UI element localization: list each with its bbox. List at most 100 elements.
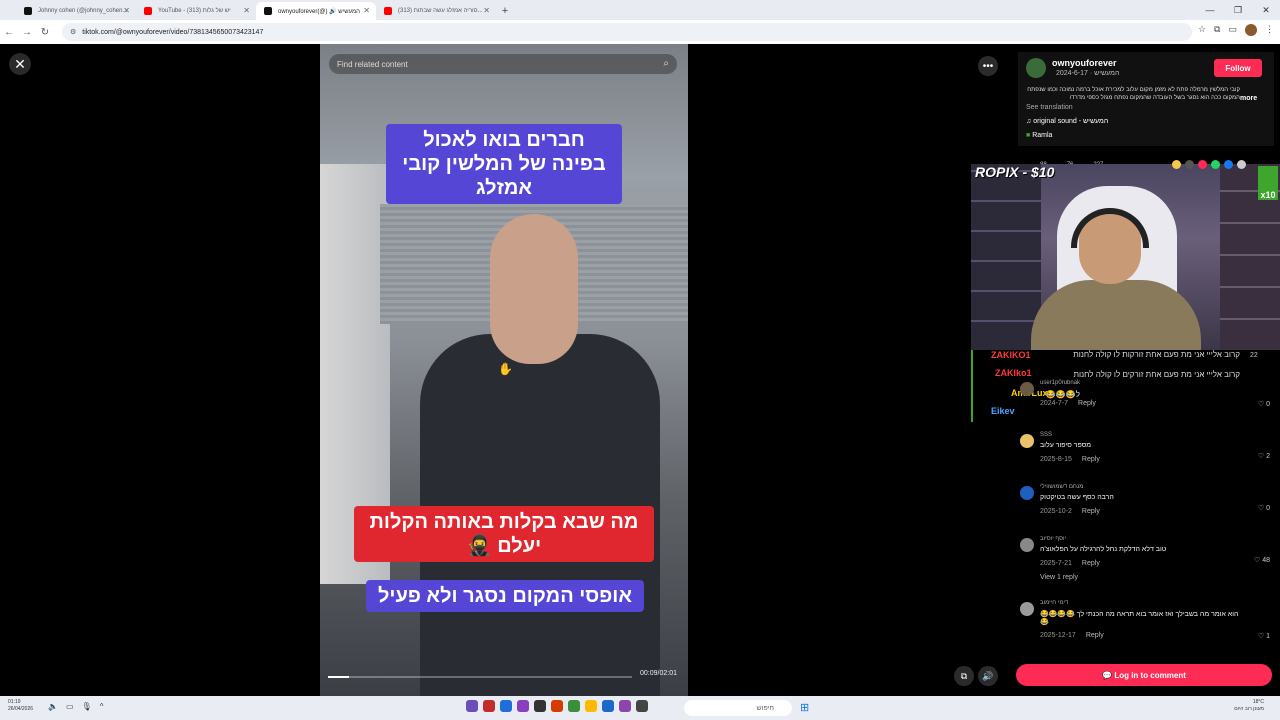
comment-username[interactable]: user1p0rubnak [1040, 380, 1080, 386]
comment-likes[interactable]: ♡ 48 [1254, 556, 1270, 564]
login-to-comment-button[interactable]: 💬 Log in to comment [1016, 664, 1272, 686]
share-arrow-icon[interactable] [1237, 160, 1246, 169]
forward-icon[interactable]: → [18, 27, 36, 38]
address-bar[interactable]: ⚙ tiktok.com/@ownyouforever/video/738134… [62, 23, 1192, 41]
comment-likes[interactable]: ♡ 2 [1258, 452, 1270, 460]
profile-avatar[interactable] [1245, 24, 1257, 36]
back-icon[interactable]: ← [0, 27, 18, 38]
taskbar-clock[interactable]: 01:19 26/04/2026 [8, 699, 33, 713]
taskbar-app-icon[interactable] [568, 700, 580, 712]
mic-icon[interactable]: 🎙 [82, 702, 92, 711]
taskbar-app-icon[interactable] [636, 700, 648, 712]
comment-item: user1p0rubnak 2024-7-7 Reply ♡ 0 [1018, 380, 1274, 430]
taskbar-app-icon[interactable] [517, 700, 529, 712]
tab-youtube[interactable]: YouTube - יש של גלות (313) ✕ [136, 2, 256, 20]
video-person [420, 214, 660, 696]
close-video-button[interactable]: ✕ [9, 53, 31, 75]
system-tray: 🔈 ▭ 🎙 ^ [48, 702, 103, 711]
taskbar-app-icon[interactable] [619, 700, 631, 712]
share-red-icon[interactable] [1198, 160, 1207, 169]
tiktok-viewer: ✕ Find related content ⌕ חברים בואו לאכו… [0, 44, 1280, 696]
sound-link[interactable]: ♫ original sound - המעשיש [1026, 118, 1108, 125]
youtube-icon [384, 7, 392, 15]
reply-link[interactable]: Reply [1082, 560, 1100, 567]
clock-date: 26/04/2026 [8, 706, 34, 712]
comment-date: 2025-7-21 [1040, 560, 1072, 567]
new-tab-button[interactable]: + [496, 2, 514, 20]
extensions-icon[interactable]: ⧉ [1214, 24, 1220, 36]
more-options-button[interactable]: ••• [978, 56, 998, 76]
minimize-button[interactable]: — [1196, 0, 1224, 20]
comment-item: SSS מספר סיפור עלוב 2025-8-15 Reply ♡ 2 [1018, 432, 1274, 482]
taskbar-search[interactable]: חיפוש [684, 700, 792, 716]
close-icon[interactable]: ✕ [123, 6, 130, 15]
taskbar-app-icon[interactable] [551, 700, 563, 712]
comment-likes[interactable]: ♡ 0 [1258, 504, 1270, 512]
comment-likes[interactable]: ♡ 1 [1258, 632, 1270, 640]
reply-link[interactable]: Reply [1082, 456, 1100, 463]
tab-johnny[interactable]: Johnny cohen (@johnny_cohen... ✕ [16, 2, 136, 20]
tab-active-tiktok[interactable]: ownyouforever(@) 🔊 המעשיש ✕ [256, 2, 376, 20]
comment-username[interactable]: דימי חיימוב [1040, 600, 1068, 606]
follow-button[interactable]: Follow [1214, 59, 1262, 77]
weather-widget[interactable]: 18°C מעונן רוב היום [1234, 699, 1264, 713]
facebook-icon[interactable] [1224, 160, 1233, 169]
tiktok-icon [24, 7, 32, 15]
pip-button[interactable]: ⧉ [954, 666, 974, 686]
reply-link[interactable]: Reply [1078, 400, 1096, 407]
video-progress-fill [328, 676, 350, 678]
chat-user: Eikev [991, 406, 1015, 416]
speaker-icon[interactable]: 🔈 [48, 702, 58, 711]
taskbar-app-icon[interactable] [602, 700, 614, 712]
whatsapp-icon[interactable] [1211, 160, 1220, 169]
tab-title: (313) סוריה אמזלג עשה שבתות... [398, 8, 483, 14]
comment-avatar[interactable] [1020, 538, 1034, 552]
reload-icon[interactable]: ↻ [36, 27, 54, 38]
video-progress-bar[interactable] [328, 676, 632, 678]
related-search-input[interactable]: Find related content ⌕ [328, 53, 678, 75]
network-icon[interactable]: ▭ [66, 702, 74, 711]
emoji-icon[interactable] [1172, 160, 1181, 169]
close-icon[interactable]: ✕ [243, 6, 250, 15]
see-translation-link[interactable]: See translation [1026, 104, 1073, 111]
comment-avatar[interactable] [1020, 486, 1034, 500]
comment-avatar[interactable] [1020, 602, 1034, 616]
reply-link[interactable]: Reply [1082, 508, 1100, 515]
location-link[interactable]: ■ Ramla [1026, 132, 1052, 139]
author-avatar[interactable] [1026, 58, 1046, 78]
comment-username[interactable]: מנחם דשמושווילי [1040, 484, 1083, 490]
comment-likes[interactable]: ♡ 0 [1258, 400, 1270, 408]
taskbar-app-icon[interactable] [585, 700, 597, 712]
close-icon[interactable]: ✕ [483, 6, 490, 15]
taskbar-app-icon[interactable] [500, 700, 512, 712]
view-replies-link[interactable]: View 1 reply [1040, 574, 1078, 581]
volume-button[interactable]: 🔊 [978, 666, 998, 686]
video-time: 00:09/02:01 [640, 670, 677, 677]
comment-avatar[interactable] [1020, 434, 1034, 448]
maximize-button[interactable]: ❐ [1224, 0, 1252, 20]
like-count: 1 [1266, 633, 1270, 640]
comment-username[interactable]: SSS [1040, 432, 1052, 438]
chevron-up-icon[interactable]: ^ [100, 702, 104, 711]
comment-avatar[interactable] [1020, 382, 1034, 396]
site-info-icon[interactable]: ⚙ [70, 28, 76, 36]
taskbar-app-icon[interactable] [534, 700, 546, 712]
more-link[interactable]: more [1240, 95, 1257, 102]
reply-link[interactable]: Reply [1086, 632, 1104, 639]
taskbar-app-icon[interactable] [466, 700, 478, 712]
url-text: tiktok.com/@ownyouforever/video/73813456… [82, 28, 264, 36]
tab-youtube-2[interactable]: (313) סוריה אמזלג עשה שבתות... ✕ [376, 2, 496, 20]
comment-username[interactable]: יוסף יוסיוב [1040, 536, 1066, 542]
like-count: 0 [1266, 505, 1270, 512]
window-close-button[interactable]: ✕ [1252, 0, 1280, 20]
windows-start-icon[interactable]: ⊞ [800, 701, 809, 714]
toolbar-icons: ☆ ⧉ ▭ ⋮ [1198, 24, 1274, 36]
menu-icon[interactable]: ⋮ [1265, 24, 1274, 36]
author-username[interactable]: ownyouforever [1052, 58, 1117, 68]
search-icon[interactable]: ⌕ [663, 58, 669, 69]
cast-icon[interactable]: ▭ [1228, 24, 1237, 36]
close-icon[interactable]: ✕ [363, 6, 370, 15]
embed-icon[interactable] [1185, 160, 1194, 169]
bookmark-star-icon[interactable]: ☆ [1198, 24, 1206, 36]
taskbar-app-icon[interactable] [483, 700, 495, 712]
